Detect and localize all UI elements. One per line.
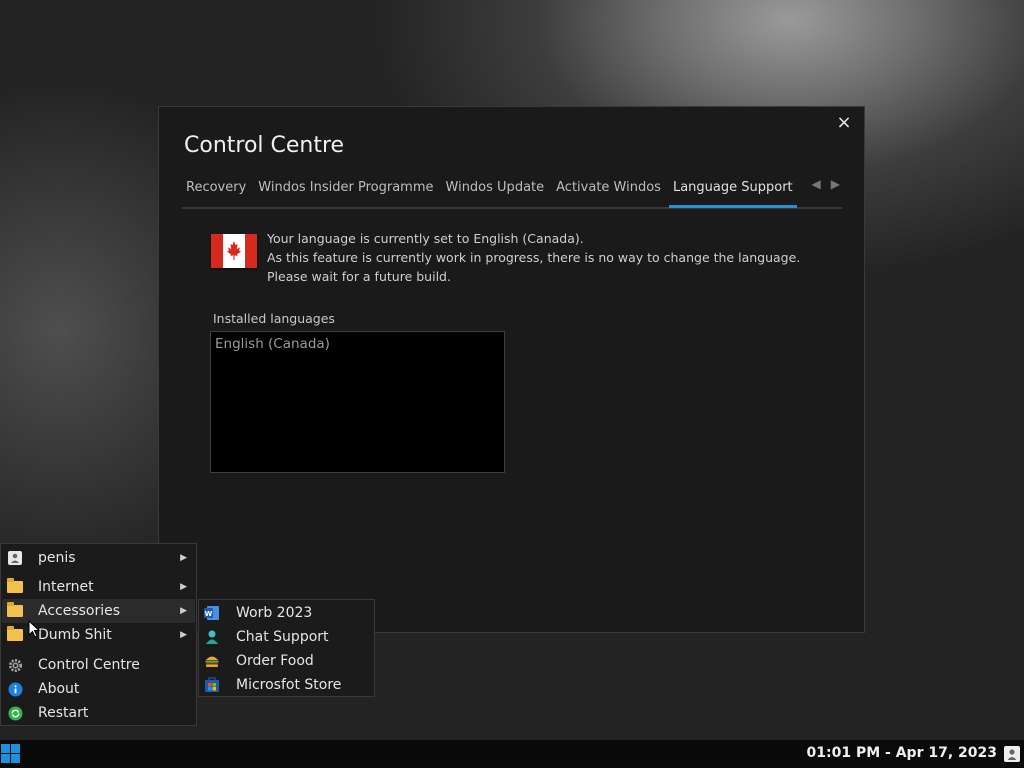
restart-icon [7, 705, 23, 721]
submenu-item-label: Microsfot Store [236, 677, 342, 693]
menu-item-restart[interactable]: Restart [2, 701, 195, 725]
control-centre-window: × Control Centre Recovery Windos Insider… [158, 106, 865, 633]
tab-insider-programme[interactable]: Windos Insider Programme [254, 179, 437, 205]
menu-item-label: Internet [38, 579, 94, 595]
list-item[interactable]: English (Canada) [211, 332, 504, 356]
menu-item-label: Control Centre [38, 657, 140, 673]
tab-recovery[interactable]: Recovery [182, 179, 250, 205]
submenu-arrow-icon: ▶ [180, 582, 187, 592]
submenu-item-chat-support[interactable]: Chat Support [200, 625, 373, 649]
info-icon [7, 681, 23, 697]
message-line: As this feature is currently work in pro… [267, 250, 801, 265]
word-icon: W [204, 605, 220, 621]
user-tray-icon[interactable] [1004, 746, 1020, 762]
folder-icon [7, 626, 23, 643]
tab-windos-update[interactable]: Windos Update [442, 179, 549, 205]
message-line: Please wait for a future build. [267, 269, 451, 284]
canada-flag-icon [211, 234, 257, 268]
menu-item-label: Accessories [38, 603, 121, 619]
svg-text:W: W [205, 610, 213, 618]
close-button[interactable]: × [834, 113, 854, 133]
message-line: Your language is currently set to Englis… [267, 231, 584, 246]
user-icon [7, 550, 23, 566]
submenu-item-label: Worb 2023 [236, 605, 313, 621]
menu-item-label: Dumb Shit [38, 627, 112, 643]
tab-scroll-arrows: ◀ ▶ [812, 177, 840, 191]
submenu-arrow-icon: ▶ [180, 553, 187, 563]
menu-item-about[interactable]: About [2, 677, 195, 701]
installed-languages-label: Installed languages [213, 311, 335, 326]
folder-icon [7, 602, 23, 619]
gear-icon [7, 657, 23, 673]
menu-item-label: About [38, 681, 80, 697]
menu-item-control-centre[interactable]: Control Centre [2, 653, 195, 677]
person-icon [204, 629, 220, 645]
submenu-item-label: Chat Support [236, 629, 329, 645]
tab-prev-arrow-icon[interactable]: ◀ [812, 177, 821, 191]
submenu-arrow-icon: ▶ [180, 630, 187, 640]
menu-item-user[interactable]: penis ▶ [2, 546, 195, 570]
start-button[interactable] [1, 744, 20, 763]
taskbar: 01:01 PM - Apr 17, 2023 [0, 740, 1024, 768]
menu-item-label: Restart [38, 705, 89, 721]
tab-bar: Recovery Windos Insider Programme Windos… [182, 179, 842, 209]
store-icon [204, 677, 220, 693]
submenu-item-label: Order Food [236, 653, 314, 669]
window-title: Control Centre [184, 133, 345, 158]
menu-item-label: penis [38, 550, 76, 566]
submenu-item-microsfot-store[interactable]: Microsfot Store [200, 673, 373, 697]
submenu-item-order-food[interactable]: Order Food [200, 649, 373, 673]
folder-icon [7, 578, 23, 595]
tab-language-support[interactable]: Language Support [668, 179, 797, 208]
tab-next-arrow-icon[interactable]: ▶ [831, 177, 840, 191]
language-message: Your language is currently set to Englis… [267, 229, 800, 286]
accessories-submenu: W Worb 2023 Chat Support Order Food Micr… [198, 599, 375, 697]
installed-languages-list[interactable]: English (Canada) [210, 331, 505, 473]
menu-item-internet[interactable]: Internet ▶ [2, 575, 195, 599]
submenu-item-worb[interactable]: W Worb 2023 [200, 601, 373, 625]
tab-activate-windos[interactable]: Activate Windos [552, 179, 665, 205]
submenu-arrow-icon: ▶ [180, 606, 187, 616]
taskbar-clock[interactable]: 01:01 PM - Apr 17, 2023 [807, 745, 997, 761]
burger-icon [204, 653, 220, 669]
mouse-cursor-icon [28, 620, 40, 638]
